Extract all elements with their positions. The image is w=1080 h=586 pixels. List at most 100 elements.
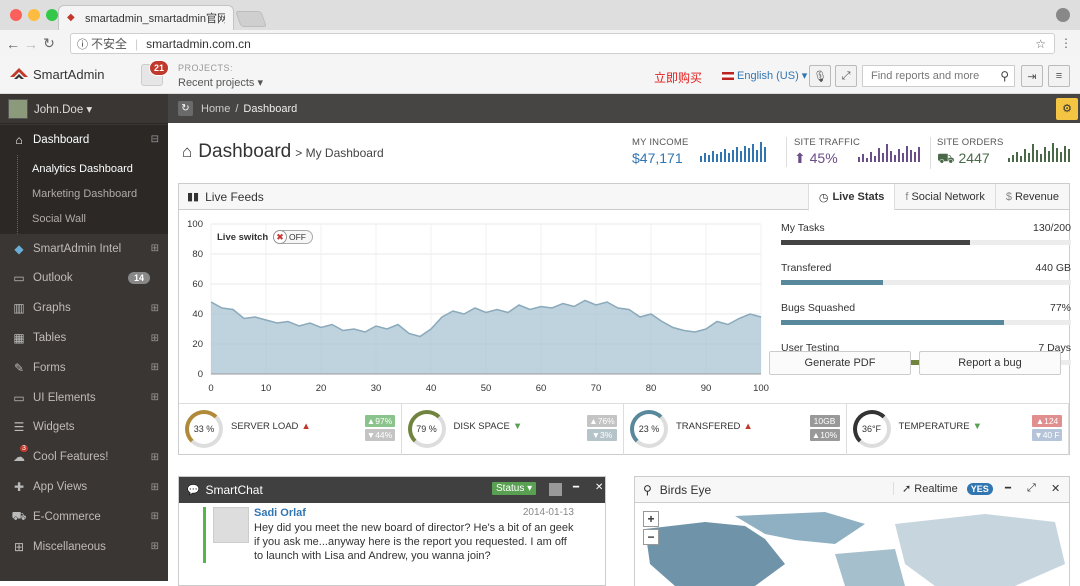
fullscreen-button[interactable]: ⤢ [1027, 482, 1036, 495]
close-button[interactable]: ✕ [1051, 482, 1060, 495]
tab-social-network[interactable]: f Social Network [894, 184, 994, 210]
gauge-chip: ▲124 [1032, 415, 1062, 427]
task-progress-item: Transfered 440 GB [781, 262, 1071, 285]
back-icon[interactable]: ← [4, 36, 22, 52]
brand-logo[interactable]: SmartAdmin [10, 67, 105, 82]
sparkline-bar [1040, 154, 1042, 162]
sidebar-item-miscellaneous[interactable]: ⊞ Miscellaneous ⊞ [0, 532, 168, 562]
sidebar-item-ecommerce[interactable]: ⛟ E-Commerce ⊞ [0, 502, 168, 532]
sidebar-item-label: Miscellaneous [33, 540, 106, 553]
voice-command-button[interactable]: 🎙 [809, 65, 831, 87]
notifications-button[interactable]: 21 [141, 60, 170, 86]
breadcrumb-home[interactable]: Home [201, 103, 230, 115]
realtime-toggle[interactable]: YES [966, 483, 993, 495]
x-tick-label: 100 [753, 383, 769, 394]
reload-icon[interactable]: ↻ [40, 35, 58, 52]
gauge-label: TRANSFERED [676, 421, 741, 432]
stat-label: SITE TRAFFIC [794, 137, 861, 148]
sparkline-bar [874, 156, 876, 162]
sparkline-bar [1036, 150, 1038, 162]
cloud-icon: ☁ 3 [13, 445, 28, 465]
stat-value: $47,171 [632, 150, 683, 166]
sidebar-item-label: Graphs [33, 302, 71, 315]
search-icon[interactable]: ⚲ [1000, 69, 1009, 83]
profile-icon[interactable] [1056, 8, 1070, 22]
realtime-label: Realtime [914, 483, 958, 495]
sparkline-bar [736, 147, 738, 162]
sidebar-subitem-marketing[interactable]: Marketing Dashboard [0, 182, 168, 207]
home-icon: ⌂ [15, 132, 23, 147]
y-tick-label: 40 [192, 309, 203, 320]
close-button[interactable]: ✕ [595, 482, 603, 493]
chat-message: Sadi Orlaf 2014-01-13 Hey did you meet t… [203, 507, 598, 563]
sidebar-item-widgets[interactable]: ☰ Widgets [0, 413, 168, 443]
edit-icon: ✎ [13, 360, 25, 375]
close-window-button[interactable] [10, 9, 22, 21]
task-value: 440 GB [1035, 262, 1071, 274]
settings-gear-icon[interactable]: ⚙ [1056, 98, 1078, 120]
status-dropdown[interactable]: Status ▾ [492, 482, 537, 495]
report-bug-button[interactable]: Report a bug [919, 351, 1061, 375]
expand-plus-icon: ⊞ [150, 243, 159, 255]
refresh-icon[interactable]: ↻ [178, 101, 193, 116]
sidebar-item-label: Forms [33, 361, 66, 374]
inbox-icon: ▭ [13, 271, 25, 286]
address-bar[interactable]: ⓘ 不安全 | smartadmin.com.cn ☆ [70, 33, 1055, 54]
expand-plus-icon: ⊞ [150, 362, 159, 374]
chat-text: Hey did you meet the new board of direct… [254, 522, 574, 562]
browser-menu-icon[interactable]: ⋮ [1060, 36, 1072, 50]
tab-revenue[interactable]: $ Revenue [994, 184, 1069, 210]
sidebar-subitem-social-wall[interactable]: Social Wall [0, 207, 168, 232]
search-input[interactable]: Find reports and more ⚲ [862, 65, 1015, 87]
sidebar-item-cool-features[interactable]: ☁ 3 Cool Features! ⊞ [0, 442, 168, 472]
generate-pdf-button[interactable]: Generate PDF [769, 351, 911, 375]
smartadmin-logo-icon [10, 67, 28, 79]
gauge-chip: ▼44% [364, 429, 395, 441]
y-tick-label: 80 [192, 249, 203, 260]
microphone-icon: 🎙 [813, 70, 827, 83]
projects-dropdown[interactable]: PROJECTS: Recent projects ▾ [178, 63, 263, 89]
sparkline-bar [894, 155, 896, 162]
sidebar-item-smartadmin-intel[interactable]: ◆ SmartAdmin Intel ⊞ [0, 234, 168, 264]
sparkline-bar [882, 153, 884, 162]
sidebar-item-tables[interactable]: ▦ Tables ⊞ [0, 323, 168, 353]
cart-icon: ⛟ [937, 150, 955, 166]
live-switch-toggle[interactable]: ✖ OFF [273, 230, 313, 244]
breadcrumb-current: Dashboard [243, 102, 298, 115]
zoom-out-button[interactable]: − [643, 529, 659, 545]
sidebar-item-outlook[interactable]: ▭ Outlook 14 [0, 264, 168, 294]
gauge-label-wrap: SERVER LOAD ▲ [231, 421, 311, 432]
sidebar-item-app-views[interactable]: ✚ App Views ⊞ [0, 472, 168, 502]
minimize-window-button[interactable] [28, 9, 40, 21]
sidebar-item-forms[interactable]: ✎ Forms ⊞ [0, 353, 168, 383]
new-tab-button[interactable] [235, 11, 267, 27]
user-menu[interactable]: John.Doe ▾ [0, 94, 168, 124]
gauge-value: 79 % [416, 424, 437, 434]
collapse-button[interactable]: ━ [573, 482, 579, 493]
progress-fill [781, 240, 970, 245]
home-icon: ⌂ [182, 142, 193, 161]
x-tick-label: 20 [316, 383, 327, 394]
sidebar-item-ui-elements[interactable]: ▭ UI Elements ⊞ [0, 383, 168, 413]
browser-tab[interactable]: ◆ smartadmin_smartadmin官网_x [58, 5, 234, 30]
buy-now-link[interactable]: 立即购买 [654, 69, 702, 86]
sidebar-subitem-analytics[interactable]: Analytics Dashboard [0, 157, 168, 182]
bookmark-star-icon[interactable]: ☆ [1035, 37, 1046, 51]
sparkline-bar [724, 149, 726, 162]
maximize-window-button[interactable] [46, 9, 58, 21]
forward-icon[interactable]: → [22, 36, 40, 52]
logout-button[interactable]: ⇥ [1021, 65, 1043, 87]
menu-toggle-button[interactable]: ≡ [1048, 65, 1070, 87]
x-tick-label: 60 [536, 383, 547, 394]
tab-live-stats[interactable]: ◷ Live Stats [807, 184, 895, 211]
language-dropdown[interactable]: English (US) ▾ [722, 69, 807, 82]
zoom-in-button[interactable]: + [643, 511, 659, 527]
fullscreen-button[interactable]: ⤢ [835, 65, 857, 87]
sparkline-bar [862, 154, 864, 162]
bar-chart-icon: ▥ [13, 301, 25, 316]
collapse-button[interactable]: ━ [1005, 483, 1011, 494]
color-picker-button[interactable] [549, 483, 562, 496]
sidebar-item-dashboard[interactable]: ⌂ Dashboard ⊟ [0, 125, 168, 155]
gauge-label-wrap: TEMPERATURE ▼ [899, 421, 983, 432]
sidebar-item-graphs[interactable]: ▥ Graphs ⊞ [0, 293, 168, 323]
